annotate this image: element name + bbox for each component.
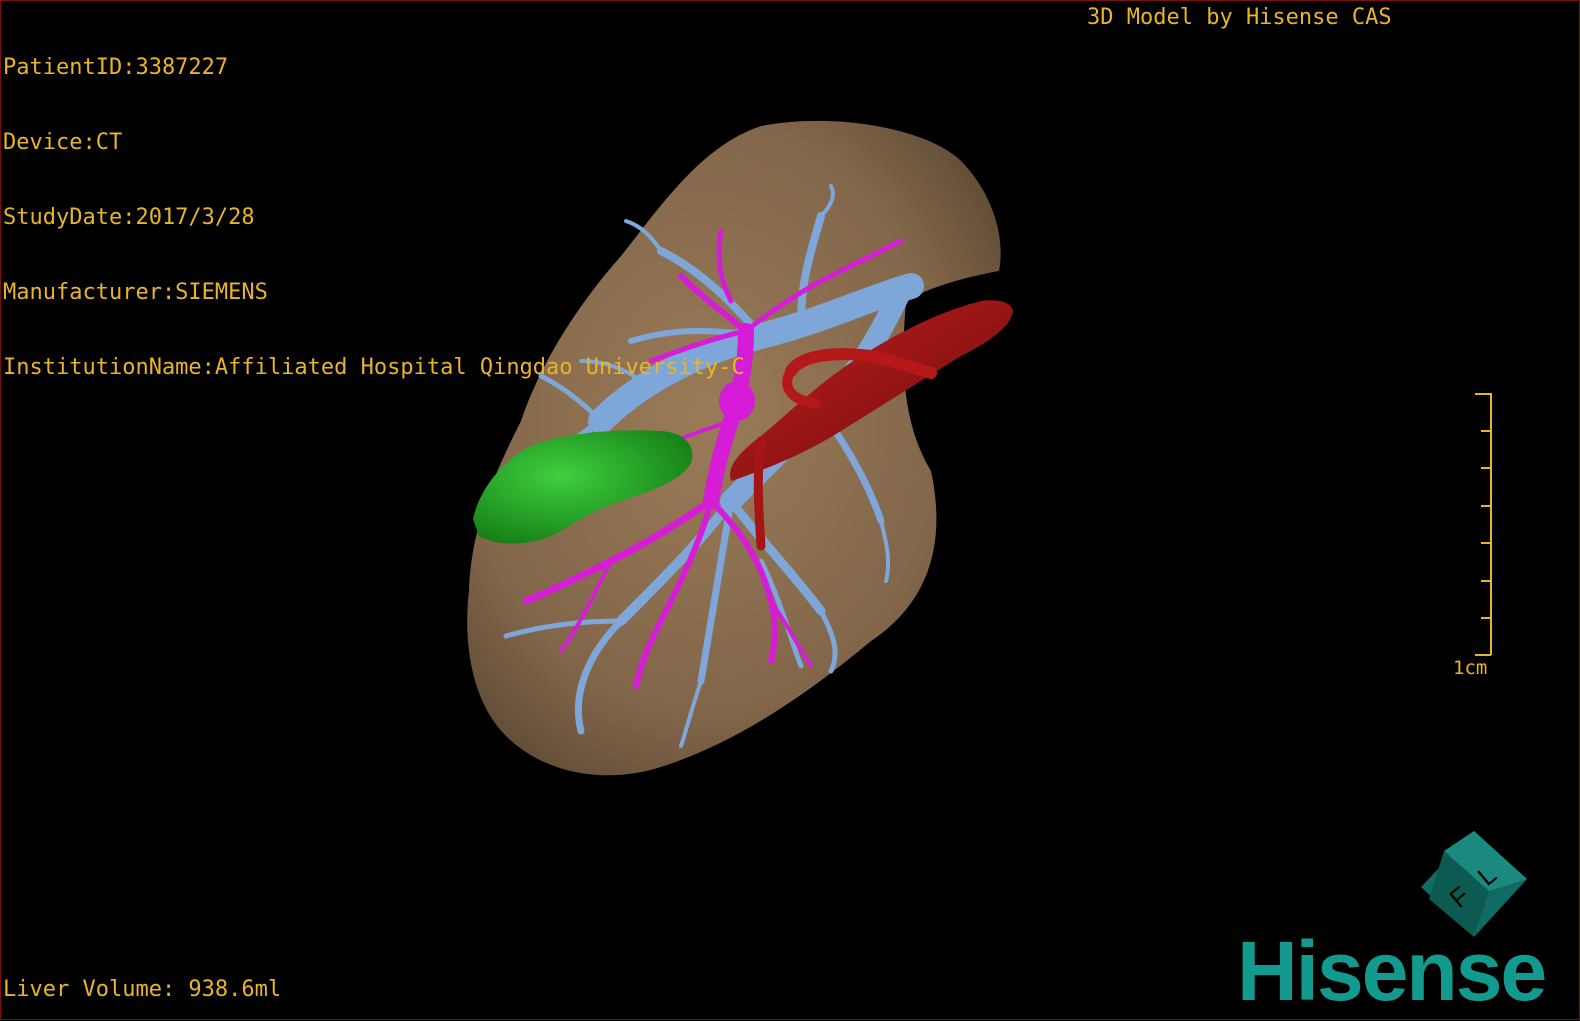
device: Device:CT (3, 130, 123, 155)
hisense-logo: Hisense (1237, 924, 1547, 1018)
3d-viewport[interactable]: PatientID:3387227 Device:CT StudyDate:20… (0, 0, 1580, 1020)
model-title: 3D Model by Hisense CAS (1087, 5, 1392, 30)
liver-volume: Liver Volume: 938.6ml (3, 977, 282, 1002)
orientation-cube[interactable]: F L (1419, 829, 1529, 939)
institution-name: InstitutionName:Affiliated Hospital Qing… (3, 355, 745, 380)
scale-bar (1475, 393, 1492, 656)
scale-label: 1cm (1453, 657, 1488, 679)
patient-id: PatientID:3387227 (3, 55, 229, 80)
manufacturer: Manufacturer:SIEMENS (3, 280, 268, 305)
study-date: StudyDate:2017/3/28 (3, 205, 255, 230)
patient-info: PatientID:3387227 Device:CT StudyDate:20… (3, 5, 745, 430)
